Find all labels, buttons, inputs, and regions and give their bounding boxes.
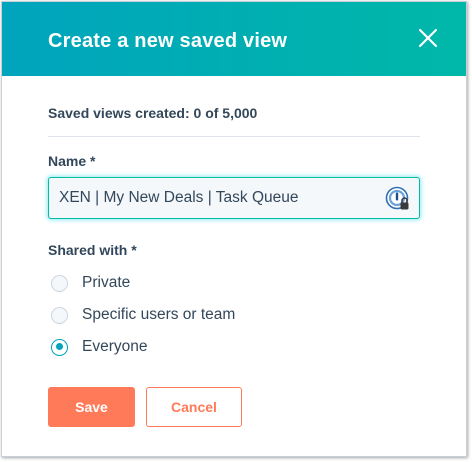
dialog-header: Create a new saved view xyxy=(2,2,466,76)
radio-specific-users[interactable] xyxy=(51,306,68,324)
radio-label-private: Private xyxy=(82,274,131,291)
dialog-title: Create a new saved view xyxy=(48,30,288,52)
divider xyxy=(48,136,420,137)
radio-everyone[interactable] xyxy=(51,338,68,356)
cancel-button[interactable]: Cancel xyxy=(146,387,242,427)
saved-views-counter: Saved views created: 0 of 5,000 xyxy=(48,105,258,121)
close-icon[interactable] xyxy=(418,28,438,48)
radio-private[interactable] xyxy=(51,274,68,292)
save-button[interactable]: Save xyxy=(48,387,135,427)
radio-label-specific-users: Specific users or team xyxy=(82,306,236,323)
radio-option-private[interactable]: Private xyxy=(48,271,130,295)
password-manager-icon[interactable] xyxy=(385,186,411,212)
name-input[interactable] xyxy=(59,178,379,218)
radio-label-everyone: Everyone xyxy=(82,338,148,355)
name-label: Name * xyxy=(48,153,96,169)
radio-option-everyone[interactable]: Everyone xyxy=(48,335,147,359)
radio-option-specific-users[interactable]: Specific users or team xyxy=(48,303,235,327)
save-view-dialog: Create a new saved view Saved views crea… xyxy=(1,1,467,457)
shared-with-label: Shared with * xyxy=(48,242,137,258)
name-field-container xyxy=(48,177,420,219)
